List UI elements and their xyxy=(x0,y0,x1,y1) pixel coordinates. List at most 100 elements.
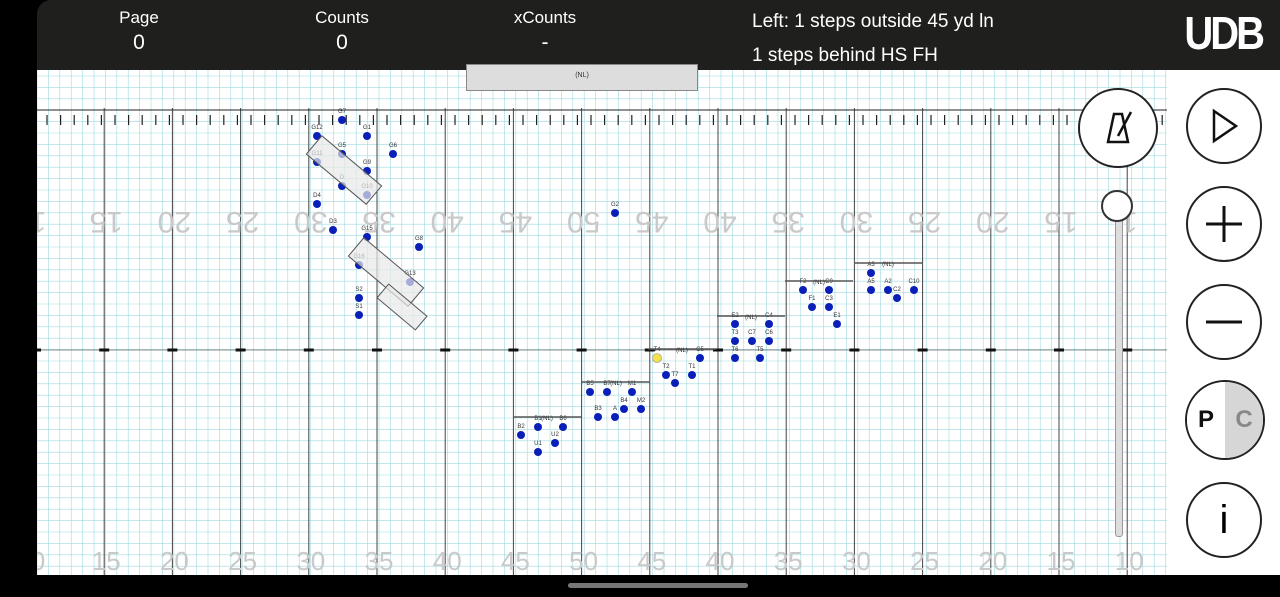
play-button[interactable] xyxy=(1186,88,1262,164)
yard-number-bottom: 30 xyxy=(842,546,871,575)
counts-value: 0 xyxy=(336,31,348,54)
performer-dot xyxy=(748,337,756,345)
performer-label: M2 xyxy=(637,398,646,404)
yard-number-top: 25 xyxy=(226,205,259,238)
performer-label: S2 xyxy=(355,287,363,293)
performer-label: T3 xyxy=(731,330,739,336)
minus-icon xyxy=(1206,320,1242,324)
yard-number-bottom: 40 xyxy=(706,546,735,575)
performer-label: C10 xyxy=(908,279,920,285)
yard-number-top: 30 xyxy=(294,205,327,238)
zoom-slider-thumb[interactable] xyxy=(1101,190,1133,222)
yard-number-bottom: 45 xyxy=(501,546,530,575)
performer-label: C9 xyxy=(825,279,833,285)
yard-number-top: 15 xyxy=(90,205,123,238)
performer-label: G7 xyxy=(338,109,347,115)
yard-number-top: 45 xyxy=(635,205,668,238)
performer-dot xyxy=(559,423,567,431)
yard-number-top: 30 xyxy=(840,205,873,238)
performer-label: D3 xyxy=(329,219,337,225)
page-count-toggle[interactable]: P C xyxy=(1185,380,1265,460)
performer-dot xyxy=(603,388,611,396)
yard-number-bottom: 45 xyxy=(637,546,666,575)
performer-dot xyxy=(808,303,816,311)
performer-dot xyxy=(799,286,807,294)
yard-number-bottom: 30 xyxy=(296,546,325,575)
performer-label: C7 xyxy=(748,330,756,336)
no-label-box: (NL) xyxy=(466,64,698,91)
performer-label: U2 xyxy=(551,432,559,438)
home-indicator[interactable] xyxy=(568,583,748,588)
performer-label: C3 xyxy=(825,296,833,302)
performer-dot xyxy=(611,413,619,421)
yard-number-bottom: 10 xyxy=(1115,546,1144,575)
performer-dot xyxy=(534,423,542,431)
yard-number-bottom: 20 xyxy=(978,546,1007,575)
performer-label: A5 xyxy=(867,279,875,285)
performer-dot xyxy=(867,269,875,277)
performer-dot xyxy=(756,354,764,362)
performer-label: A2 xyxy=(884,279,892,285)
metronome-icon xyxy=(1106,111,1133,144)
info-icon: i xyxy=(1219,497,1229,542)
performer-label: C5 xyxy=(696,347,704,353)
yard-number-top: 40 xyxy=(703,205,736,238)
performer-dot xyxy=(628,388,636,396)
performer-dot xyxy=(867,286,875,294)
yard-number-bottom: 0 xyxy=(37,546,45,575)
performer-label: D4 xyxy=(313,193,321,199)
yard-number-bottom: 15 xyxy=(1047,546,1076,575)
xcounts-stat: xCounts - xyxy=(485,8,605,55)
yard-number-top: 25 xyxy=(908,205,941,238)
performer-dot xyxy=(313,200,321,208)
nl-bar-label: (NL) xyxy=(676,348,688,354)
zoom-slider-track[interactable] xyxy=(1115,205,1123,537)
nl-bar-label: (NL) xyxy=(813,280,825,286)
performer-label: S1 xyxy=(355,304,363,310)
page-label: Page xyxy=(119,8,159,27)
page-value: 0 xyxy=(133,31,145,54)
performer-dot xyxy=(594,413,602,421)
zoom-out-button[interactable] xyxy=(1186,284,1262,360)
performer-label: T6 xyxy=(731,347,739,353)
yard-number-top: 45 xyxy=(499,205,532,238)
performer-dot xyxy=(620,405,628,413)
position-info: Left: 1 steps outside 45 yd ln 1 steps b… xyxy=(752,5,994,73)
yard-number-top: 1 xyxy=(37,205,46,238)
performer-label: G8 xyxy=(415,236,424,242)
yard-number-top: 20 xyxy=(976,205,1009,238)
performer-dot xyxy=(688,371,696,379)
performer-label: B4 xyxy=(620,398,628,404)
zoom-in-button[interactable] xyxy=(1186,186,1262,262)
nl-bar-label: (NL) xyxy=(610,381,622,387)
top-status-bar: Page 0 Counts 0 xCounts - Left: 1 steps … xyxy=(37,0,1280,70)
yard-number-top: 40 xyxy=(431,205,464,238)
page-stat: Page 0 xyxy=(79,8,199,55)
performer-label: G9 xyxy=(363,160,372,166)
performer-dot xyxy=(884,286,892,294)
metronome-button[interactable] xyxy=(1078,88,1158,168)
performer-dot xyxy=(611,209,619,217)
info-button[interactable]: i xyxy=(1186,482,1262,558)
info-line-2: 1 steps behind HS FH xyxy=(752,45,938,66)
performer-dot xyxy=(534,448,542,456)
performer-label: T7 xyxy=(671,372,679,378)
performer-dot xyxy=(765,320,773,328)
performer-dot xyxy=(893,294,901,302)
plus-icon xyxy=(1206,206,1242,242)
nl-bar-label: (NL) xyxy=(541,416,553,422)
performer-dot xyxy=(825,286,833,294)
performer-label: G6 xyxy=(389,143,398,149)
performer-dot xyxy=(731,337,739,345)
football-field[interactable]: 1 15 20 25 30 35 40 45 50 45 40 35 30 25 20 15 10 15 20 25 3… xyxy=(37,70,1167,575)
performer-dot xyxy=(671,379,679,387)
performer-dot xyxy=(363,132,371,140)
field-canvas[interactable]: 1 15 20 25 30 35 40 45 50 45 40 35 30 25 20 15 10 15 20 25 3… xyxy=(37,70,1167,575)
performer-dot xyxy=(765,337,773,345)
performer-dot xyxy=(355,311,363,319)
performer-dot xyxy=(731,320,739,328)
performer-label: T5 xyxy=(756,347,764,353)
yard-number-bottom: 20 xyxy=(160,546,189,575)
yard-number-top: 50 xyxy=(567,205,600,238)
yard-number-bottom: 35 xyxy=(365,546,394,575)
